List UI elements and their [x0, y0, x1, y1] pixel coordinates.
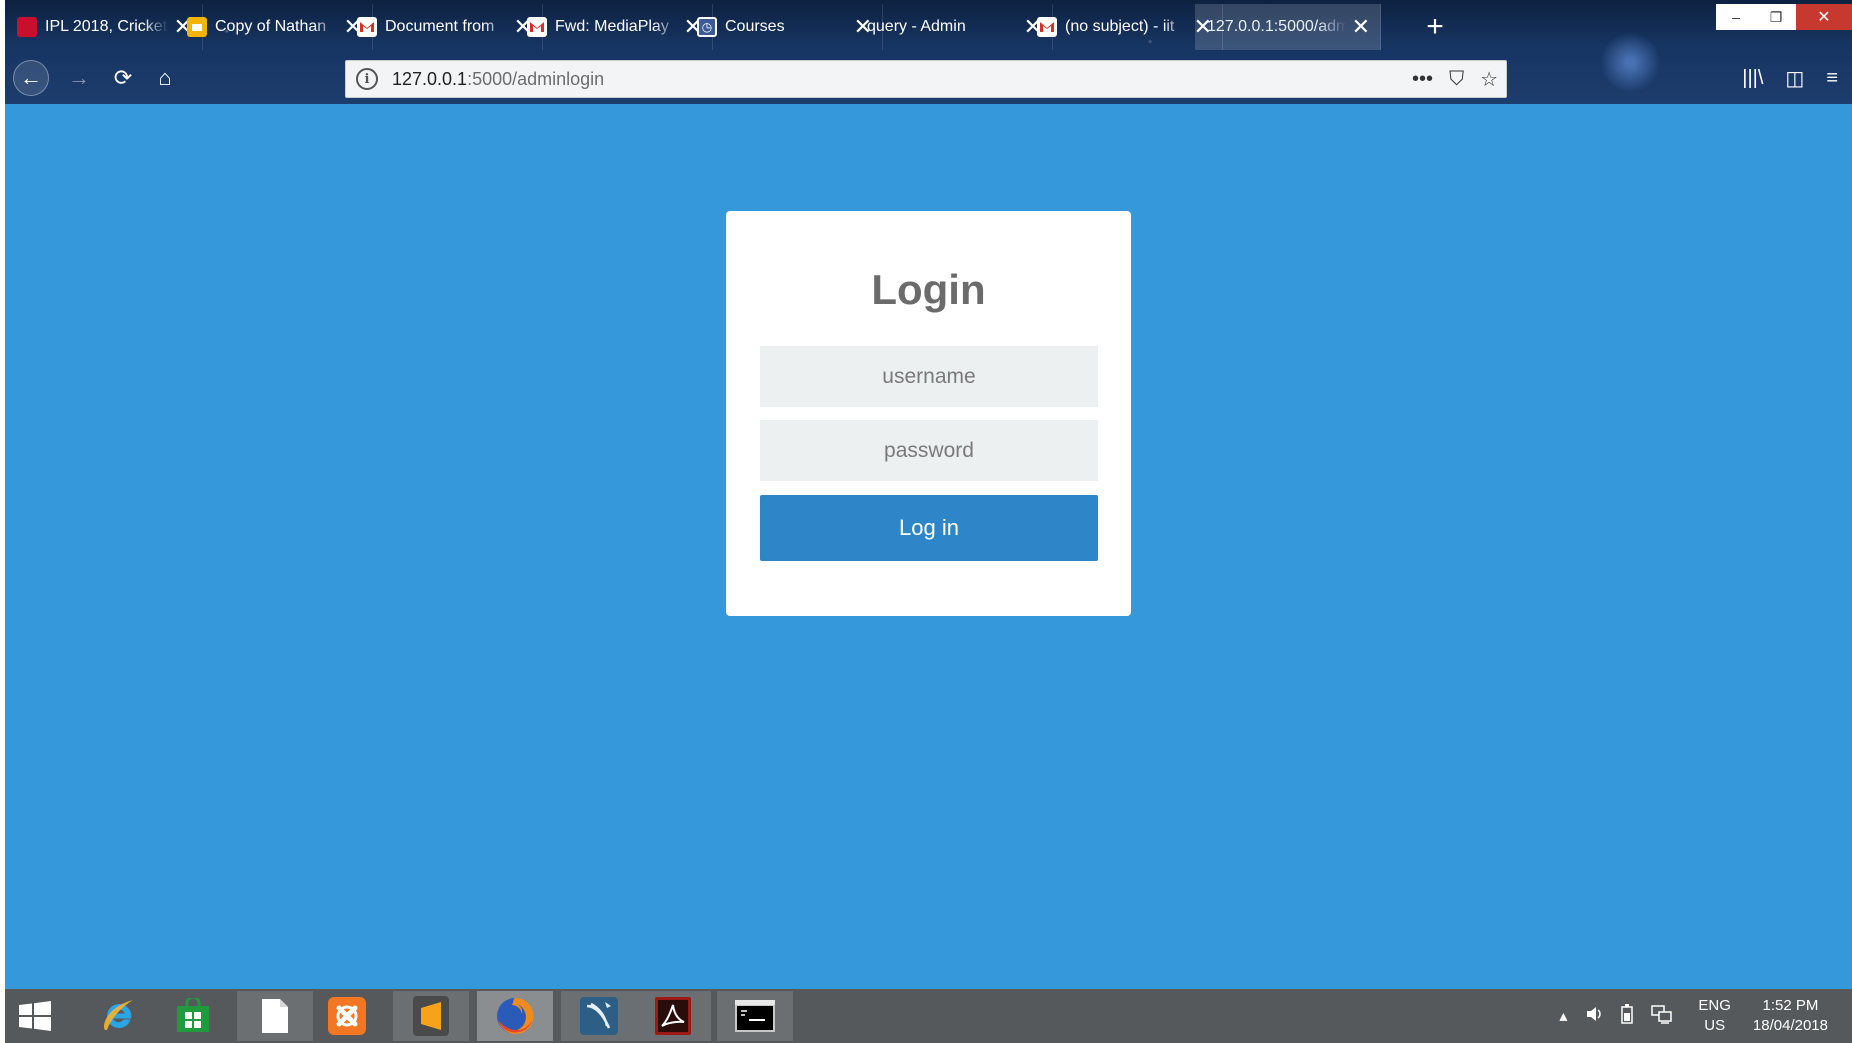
windows-start-icon — [19, 1001, 51, 1031]
taskbar-store[interactable] — [155, 991, 231, 1041]
tab-title: Document from — [385, 18, 495, 35]
taskbar-file[interactable] — [237, 991, 313, 1041]
pocket-icon[interactable]: ⛉ — [1449, 68, 1464, 91]
taskbar-sublime-text[interactable] — [393, 991, 469, 1041]
courses-icon: ◷ — [697, 17, 717, 37]
browser-chrome: IPL 2018, Cricket ✕ Copy of Nathan ✕ Doc… — [5, 0, 1852, 104]
tray-overflow-icon[interactable]: ▴ — [1559, 1006, 1567, 1026]
tab-no-subject[interactable]: (no subject) - iit ✕ — [1025, 4, 1223, 50]
page-actions-icon[interactable]: ••• — [1412, 68, 1433, 91]
system-tray: ▴ ENG US 1:52 PM 18/04/2018 — [1550, 989, 1852, 1043]
window-controls: – ❐ ✕ — [1716, 4, 1852, 30]
battery-icon[interactable] — [1621, 1003, 1634, 1029]
close-icon[interactable]: ✕ — [1352, 16, 1370, 38]
site-info-icon[interactable]: i — [356, 68, 378, 90]
tab-copy-of-nathan[interactable]: Copy of Nathan ✕ — [175, 4, 373, 50]
minimize-button[interactable]: – — [1716, 4, 1756, 30]
new-tab-button[interactable]: + — [1415, 4, 1455, 50]
clock-date: 18/04/2018 — [1752, 1017, 1828, 1034]
tab-title: IPL 2018, Cricket — [45, 18, 168, 35]
tab-title: Courses — [725, 18, 785, 35]
clock[interactable]: 1:52 PM 18/04/2018 — [1753, 996, 1828, 1036]
login-button[interactable]: Log in — [760, 495, 1098, 561]
tab-courses[interactable]: ◷ Courses ✕ — [685, 4, 883, 50]
firefox-icon — [497, 997, 534, 1034]
url-bar[interactable]: i 127.0.0.1:5000/adminlogin ••• ⛉ ☆ — [345, 60, 1507, 98]
taskbar-mysql-workbench[interactable] — [561, 991, 637, 1041]
back-button[interactable]: ← — [13, 60, 49, 96]
mysql-workbench-icon — [580, 997, 618, 1035]
url-host: 127.0.0.1 — [392, 68, 468, 89]
file-icon — [262, 999, 288, 1033]
taskbar-firefox[interactable] — [477, 991, 553, 1041]
tab-admin-login[interactable]: 127.0.0.1:5000/admin ✕ — [1195, 4, 1381, 50]
slides-icon — [187, 17, 207, 37]
forward-button[interactable]: → — [61, 60, 97, 96]
tab-title: 127.0.0.1:5000/admin — [1207, 18, 1346, 35]
acrobat-icon — [655, 997, 691, 1035]
login-card: Login Log in — [726, 211, 1131, 616]
tab-fwd-mediaplay[interactable]: Fwd: MediaPlay ✕ — [515, 4, 713, 50]
page-content: Login Log in — [5, 104, 1852, 989]
restore-button[interactable]: ❐ — [1756, 4, 1796, 30]
taskbar-xampp[interactable] — [309, 991, 385, 1041]
command-prompt-icon — [735, 1000, 775, 1032]
xampp-icon — [328, 997, 366, 1035]
tab-ipl[interactable]: IPL 2018, Cricket ✕ — [5, 4, 203, 50]
language-code: ENG — [1698, 997, 1731, 1014]
navigation-bar: ← → ⟳ ⌂ i 127.0.0.1:5000/adminlogin ••• … — [5, 52, 1852, 104]
tab-title: Copy of Nathan — [215, 18, 327, 35]
login-title: Login — [871, 266, 986, 313]
network-icon[interactable] — [1651, 1004, 1673, 1029]
gmail-icon — [527, 17, 547, 37]
internet-explorer-icon — [104, 1000, 133, 1030]
url-path: :5000/adminlogin — [467, 68, 605, 89]
browser-toolbar: |||\ ◫ ≡ — [1742, 60, 1852, 96]
sidebar-icon[interactable]: ◫ — [1785, 66, 1804, 91]
taskbar-acrobat[interactable] — [635, 991, 711, 1041]
tab-query-admin[interactable]: query - Admin ✕ — [855, 4, 1053, 50]
gmail-icon — [1037, 17, 1057, 37]
input-language[interactable]: ENG US — [1698, 996, 1731, 1036]
home-button[interactable]: ⌂ — [147, 60, 183, 96]
language-region: US — [1704, 1017, 1726, 1034]
taskbar: ▴ ENG US 1:52 PM 18/04/2018 — [5, 989, 1852, 1043]
clock-time: 1:52 PM — [1762, 997, 1819, 1014]
library-icon[interactable]: |||\ — [1742, 67, 1763, 90]
tab-title: query - Admin — [867, 18, 966, 35]
screen: IPL 2018, Cricket ✕ Copy of Nathan ✕ Doc… — [5, 0, 1852, 1043]
gmail-icon — [357, 17, 377, 37]
tab-strip: IPL 2018, Cricket ✕ Copy of Nathan ✕ Doc… — [5, 4, 1852, 50]
start-button[interactable] — [5, 991, 65, 1041]
tab-document-from[interactable]: Document from ✕ — [345, 4, 543, 50]
taskbar-internet-explorer[interactable] — [81, 991, 157, 1041]
tab-title: Fwd: MediaPlay — [555, 18, 669, 35]
tab-title: (no subject) - iit — [1065, 18, 1175, 35]
ipl-icon — [17, 17, 37, 37]
menu-icon[interactable]: ≡ — [1826, 67, 1838, 90]
close-window-button[interactable]: ✕ — [1796, 4, 1852, 30]
bookmark-star-icon[interactable]: ☆ — [1480, 67, 1498, 92]
url-actions: ••• ⛉ ☆ — [1412, 61, 1498, 97]
sublime-text-icon — [413, 996, 449, 1036]
taskbar-command-prompt[interactable] — [717, 991, 793, 1041]
reload-button[interactable]: ⟳ — [105, 60, 141, 96]
volume-icon[interactable] — [1585, 1005, 1603, 1028]
username-input[interactable] — [760, 346, 1098, 407]
url-text[interactable]: 127.0.0.1:5000/adminlogin — [392, 69, 604, 90]
store-icon — [177, 998, 209, 1032]
password-input[interactable] — [760, 420, 1098, 481]
